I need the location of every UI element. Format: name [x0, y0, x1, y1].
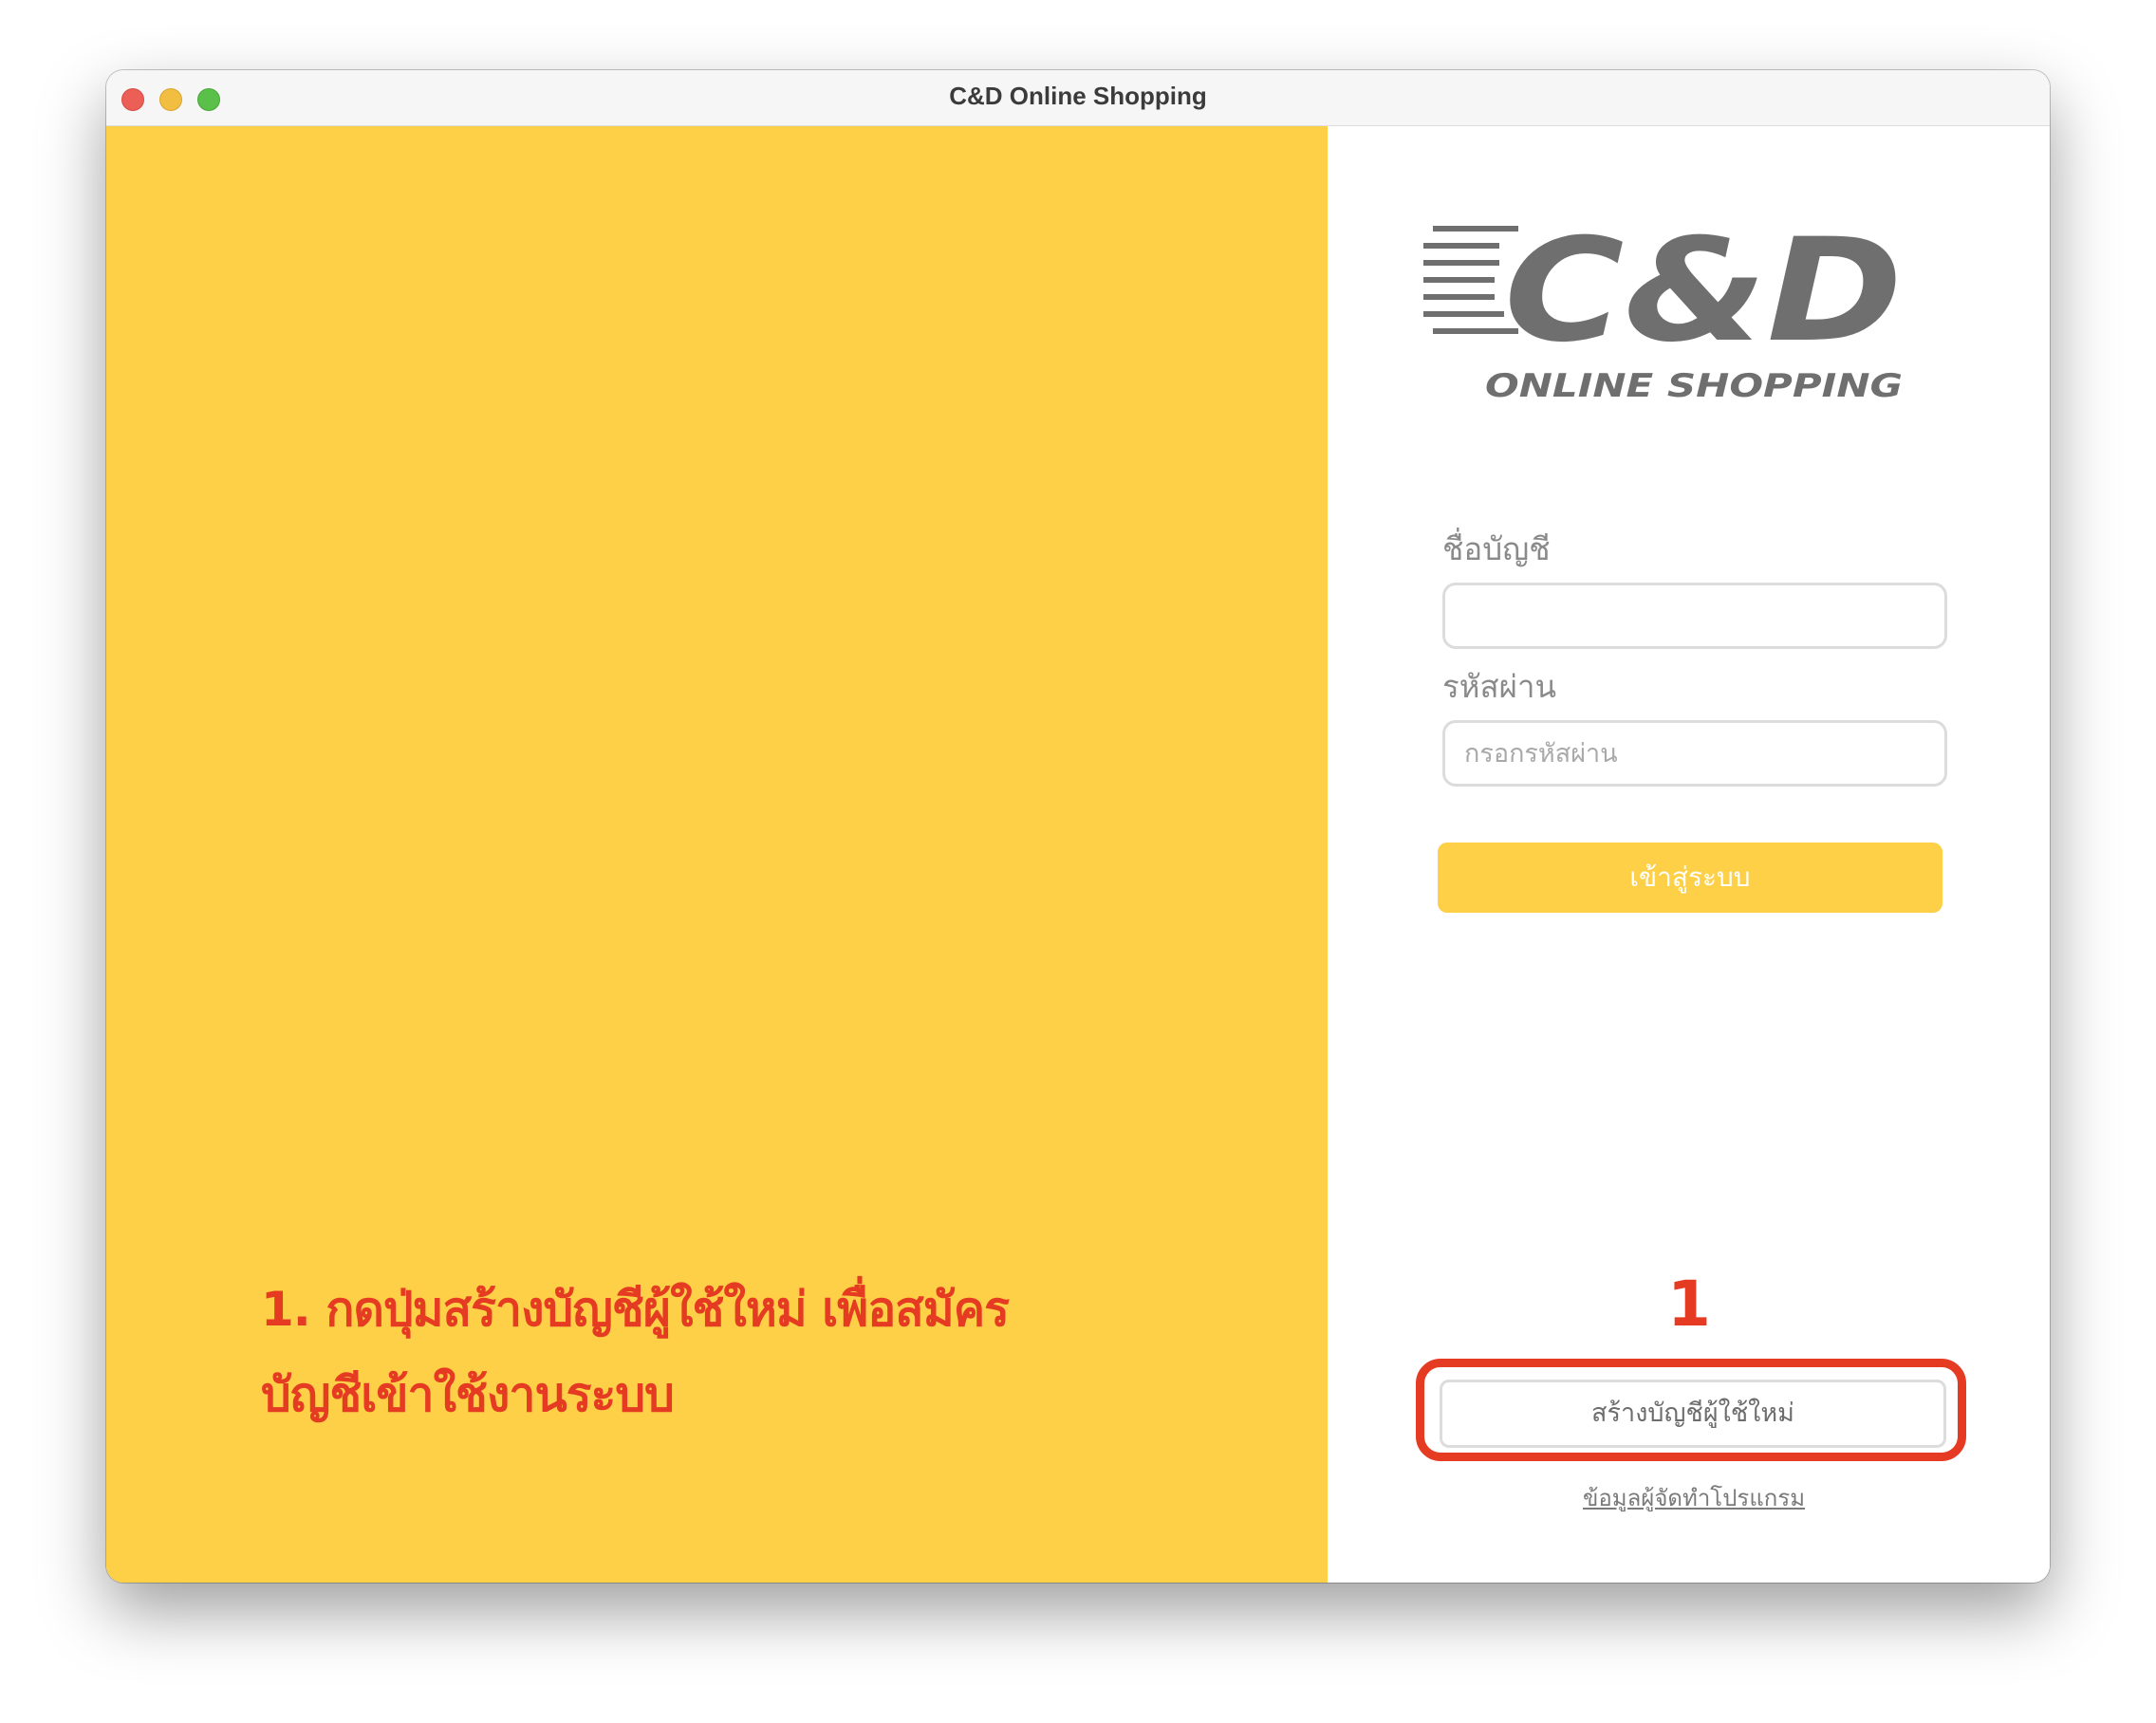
cd-logo: C&D ONLINE SHOPPING — [1423, 218, 1903, 405]
step-number-marker: 1 — [1667, 1268, 1711, 1341]
window-title: C&D Online Shopping — [949, 82, 1207, 110]
title-bar: C&D Online Shopping — [106, 70, 2050, 126]
instruction-line-1: 1. กดปุ่มสร้างบัญชีผู้ใช้ใหม่ เพื่อสมัคร — [261, 1282, 1010, 1337]
logo-sub-text: ONLINE SHOPPING — [1485, 367, 1903, 405]
instruction-line-2: บัญชีเข้าใช้งานระบบ — [261, 1367, 675, 1422]
password-input[interactable] — [1442, 720, 1947, 787]
password-label: รหัสผ่าน — [1442, 668, 1557, 705]
login-button[interactable]: เข้าสู่ระบบ — [1438, 843, 1942, 913]
developer-info-link[interactable]: ข้อมูลผู้จัดทำโปรแกรม — [1480, 1479, 1907, 1516]
username-label: ชื่อบัญชี — [1442, 530, 1551, 567]
instruction-text: 1. กดปุ่มสร้างบัญชีผู้ใช้ใหม่ เพื่อสมัคร… — [261, 1267, 1210, 1437]
username-input[interactable] — [1442, 583, 1947, 649]
logo-main-text: C&D — [1504, 218, 1903, 374]
create-account-button[interactable]: สร้างบัญชีผู้ใช้ใหม่ — [1440, 1380, 1946, 1448]
